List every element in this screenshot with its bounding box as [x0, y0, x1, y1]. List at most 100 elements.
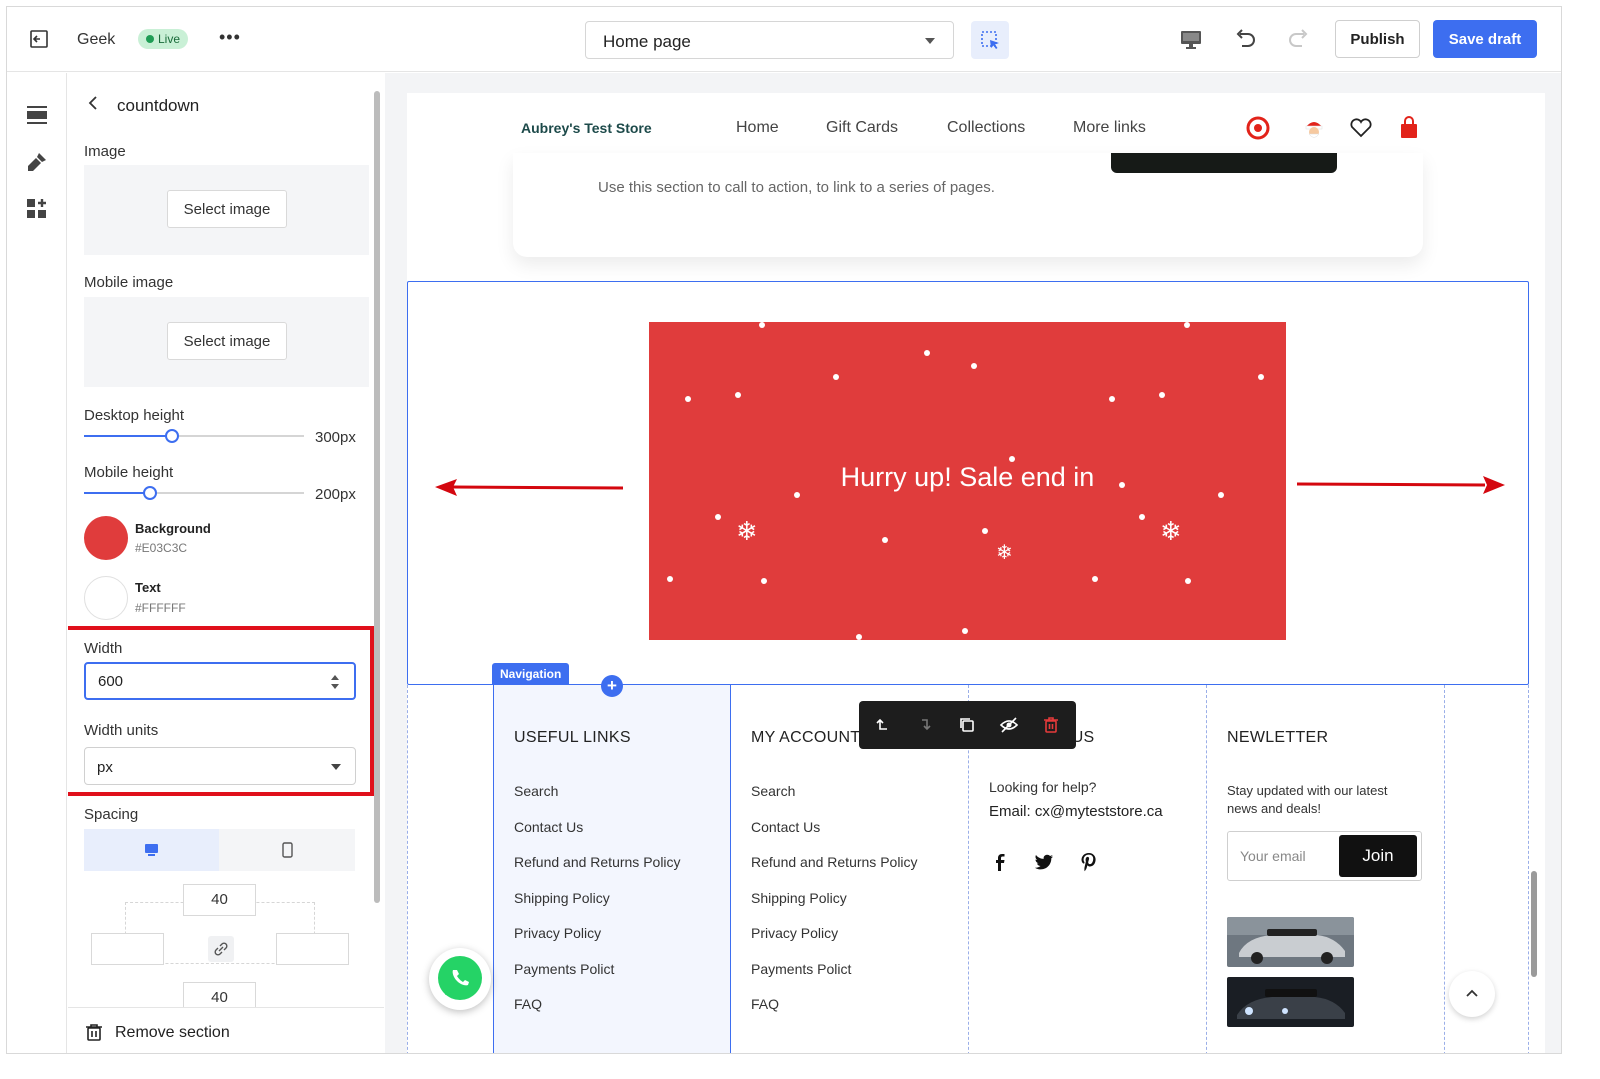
duplicate-icon[interactable]: [957, 715, 977, 735]
pinterest-icon[interactable]: [1078, 851, 1100, 873]
sections-icon[interactable]: [25, 103, 49, 127]
desktop-height-slider[interactable]: [84, 429, 304, 443]
snow-dot: [1139, 514, 1145, 520]
add-section-button[interactable]: +: [601, 675, 623, 697]
mobile-height-handle[interactable]: [143, 486, 157, 500]
background-color-swatch[interactable]: [84, 516, 128, 560]
remove-section-label: Remove section: [115, 1024, 230, 1041]
link-spacing-button[interactable]: [208, 936, 234, 962]
footer-link[interactable]: Payments Polict: [514, 961, 614, 977]
target-icon[interactable]: [1245, 115, 1271, 141]
width-units-select[interactable]: px: [84, 747, 356, 785]
hide-icon[interactable]: [999, 715, 1019, 735]
nav-link-more-links[interactable]: More links: [1073, 119, 1146, 137]
footer-link[interactable]: Privacy Policy: [751, 925, 838, 941]
move-up-icon[interactable]: [873, 715, 893, 735]
exit-icon[interactable]: [27, 27, 51, 51]
footer-link[interactable]: Privacy Policy: [514, 925, 601, 941]
footer-column-useful-links[interactable]: USEFUL LINKS Search Contact Us Refund an…: [493, 685, 731, 1053]
footer-link[interactable]: Contact Us: [514, 819, 583, 835]
desktop-preview-icon[interactable]: [1177, 25, 1205, 53]
store-logo[interactable]: Aubrey's Test Store: [521, 120, 652, 136]
footer-link[interactable]: Payments Polict: [751, 961, 851, 977]
delete-icon[interactable]: [1041, 715, 1061, 735]
move-down-icon[interactable]: [915, 715, 935, 735]
nav-link-gift-cards[interactable]: Gift Cards: [826, 119, 898, 137]
more-icon[interactable]: •••: [219, 27, 241, 48]
join-button[interactable]: Join: [1339, 835, 1417, 877]
desktop-height-label: Desktop height: [84, 407, 185, 424]
footer-link[interactable]: Contact Us: [751, 819, 820, 835]
canvas-scrollbar[interactable]: [1531, 871, 1537, 977]
footer-link[interactable]: Refund and Returns Policy: [751, 854, 918, 870]
twitter-icon[interactable]: [1033, 851, 1055, 873]
newsletter-email-input[interactable]: Your email: [1240, 848, 1306, 864]
snow-dot: [667, 576, 673, 582]
tab-desktop[interactable]: [84, 829, 219, 871]
countdown-banner[interactable]: ❄ ❄ ❄ Hurry up! Sale end in: [649, 322, 1286, 640]
call-to-action-button[interactable]: [1111, 153, 1337, 173]
nav-link-home[interactable]: Home: [736, 119, 779, 137]
snow-dot: [1092, 576, 1098, 582]
footer-link[interactable]: Search: [514, 783, 558, 799]
footer-link[interactable]: Shipping Policy: [751, 890, 847, 906]
footer-link[interactable]: FAQ: [751, 996, 779, 1012]
snow-dot: [1159, 392, 1165, 398]
width-input[interactable]: [98, 673, 298, 690]
back-arrow-icon[interactable]: [86, 95, 102, 111]
heart-icon[interactable]: [1348, 115, 1374, 141]
car-image-1: [1227, 917, 1354, 967]
scroll-to-top-button[interactable]: [1449, 971, 1495, 1017]
image-label: Image: [84, 143, 126, 160]
footer-link[interactable]: Refund and Returns Policy: [514, 854, 681, 870]
footer-link[interactable]: Search: [751, 783, 795, 799]
santa-icon[interactable]: [1301, 115, 1327, 141]
snow-dot: [759, 322, 765, 328]
live-badge: Live: [138, 29, 189, 49]
theme-settings-icon[interactable]: [25, 150, 49, 174]
panel-scrollbar[interactable]: [374, 91, 380, 903]
text-color-swatch[interactable]: [84, 576, 128, 620]
inspect-button[interactable]: [971, 21, 1009, 59]
shopping-bag-icon[interactable]: [1396, 115, 1422, 141]
right-arrow-annotation-icon: [1297, 476, 1505, 494]
snow-dot: [715, 514, 721, 520]
desktop-height-handle[interactable]: [165, 429, 179, 443]
publish-button[interactable]: Publish: [1335, 20, 1420, 58]
footer-column-title: USEFUL LINKS: [514, 729, 631, 746]
snow-dot: [856, 634, 862, 640]
page-selector[interactable]: Home page: [585, 21, 954, 59]
undo-icon[interactable]: [1231, 25, 1259, 53]
snow-dot: [761, 578, 767, 584]
width-field[interactable]: [84, 662, 356, 700]
width-units-value: px: [97, 759, 113, 776]
snowflake-icon: ❄: [736, 516, 758, 546]
remove-section-button[interactable]: Remove section: [68, 1007, 384, 1053]
select-image-button[interactable]: Select image: [167, 190, 287, 228]
width-units-label: Width units: [84, 722, 159, 739]
footer-link[interactable]: Shipping Policy: [514, 890, 610, 906]
mobile-icon: [282, 842, 293, 858]
facebook-icon[interactable]: [989, 851, 1011, 873]
spacing-left-input[interactable]: [91, 933, 164, 965]
footer-link[interactable]: FAQ: [514, 996, 542, 1012]
snow-dot: [1184, 322, 1190, 328]
snow-dot: [924, 350, 930, 356]
spacing-label: Spacing: [84, 806, 139, 823]
car-image-2: [1227, 977, 1354, 1027]
spacing-right-input[interactable]: [276, 933, 349, 965]
spacing-top-input[interactable]: 40: [183, 884, 256, 916]
contact-email[interactable]: Email: cx@myteststore.ca: [989, 803, 1163, 820]
nav-link-collections[interactable]: Collections: [947, 119, 1025, 137]
save-draft-button[interactable]: Save draft: [1433, 20, 1537, 58]
apps-icon[interactable]: [25, 197, 49, 221]
redo-icon[interactable]: [1285, 25, 1313, 53]
stepper-icon[interactable]: [330, 673, 340, 691]
navigation-section-badge[interactable]: Navigation: [492, 663, 570, 685]
whatsapp-button[interactable]: [429, 948, 491, 1010]
snow-dot: [735, 392, 741, 398]
tab-mobile[interactable]: [220, 829, 355, 871]
select-mobile-image-button[interactable]: Select image: [167, 322, 287, 360]
mobile-height-slider[interactable]: [84, 486, 304, 500]
desktop-height-value: 300px: [315, 429, 356, 446]
